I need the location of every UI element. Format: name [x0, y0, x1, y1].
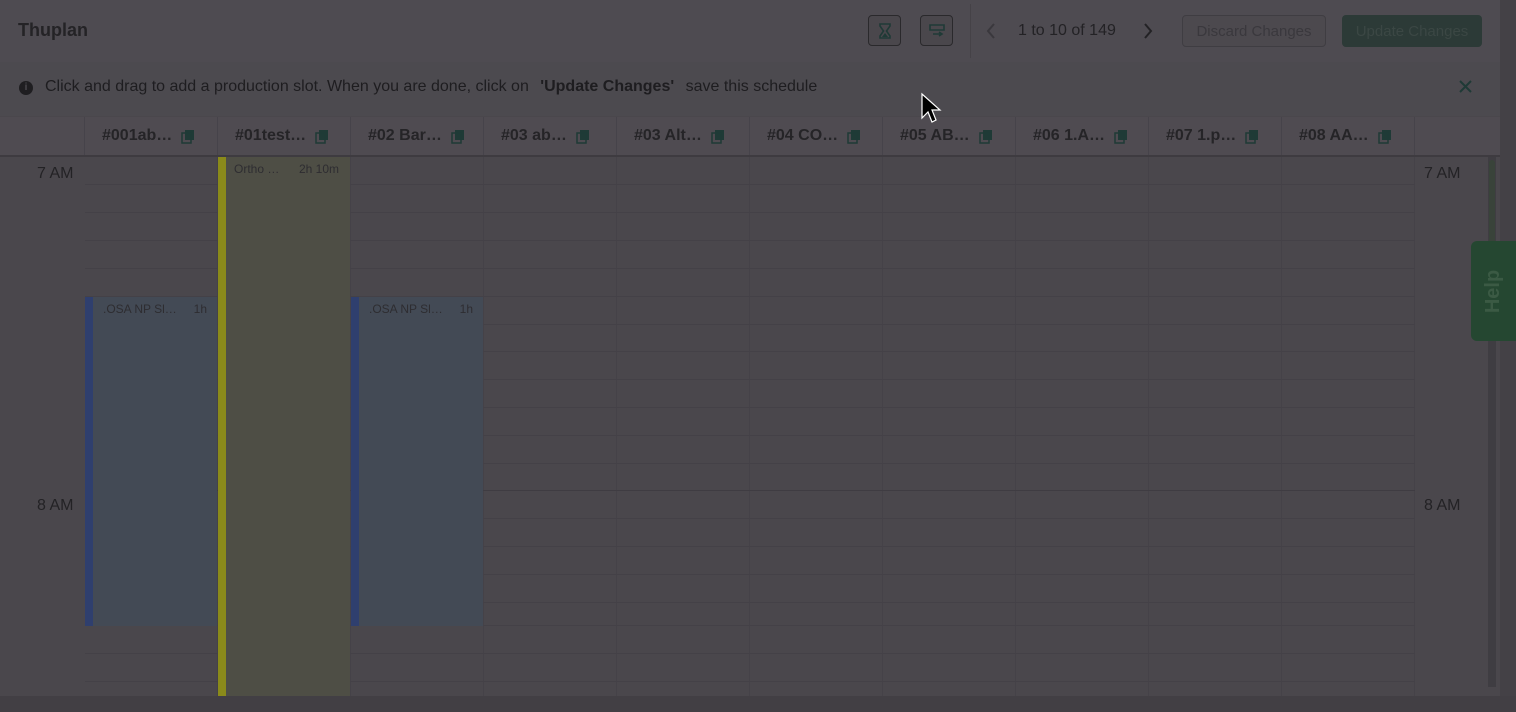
banner-text-bold: 'Update Changes' [540, 78, 675, 95]
column-label: #03 ab… [501, 127, 567, 144]
time-label-8am: 8 AM [1424, 497, 1461, 514]
time-label-7am: 7 AM [1424, 165, 1461, 182]
column-header[interactable]: #06 1.A… [1016, 117, 1149, 155]
column-label: #03 Alt… [634, 127, 702, 144]
time-gutter-right: 7 AM 8 AM [1415, 157, 1488, 696]
mouse-pointer-icon [921, 92, 942, 123]
column-label: #06 1.A… [1033, 127, 1106, 144]
schedule-column[interactable] [617, 157, 750, 696]
chevron-left-icon[interactable] [984, 20, 998, 42]
event-name: .OSA NP Sl… [369, 302, 443, 316]
event-duration: 2h 10m [298, 162, 339, 176]
column-header[interactable]: #001ab… [85, 117, 218, 155]
close-icon[interactable] [1457, 78, 1474, 95]
event-color-bar [85, 297, 93, 626]
column-header[interactable]: #04 CO… [750, 117, 883, 155]
event-duration: 1h [459, 302, 473, 316]
update-changes-button[interactable]: Update Changes [1342, 15, 1482, 47]
schedule-event[interactable]: Ortho … 2h 10m [218, 157, 350, 696]
help-label: Help [1482, 269, 1504, 313]
discard-changes-button[interactable]: Discard Changes [1182, 15, 1326, 47]
schedule-column[interactable] [1149, 157, 1282, 696]
schedule-column[interactable] [1016, 157, 1149, 696]
chevron-right-icon[interactable] [1141, 20, 1155, 42]
pager-status: 1 to 10 of 149 [1018, 22, 1116, 39]
swap-layout-icon [928, 23, 945, 37]
copy-icon[interactable] [451, 129, 465, 144]
schedule-column[interactable] [883, 157, 1016, 696]
schedule-column[interactable] [750, 157, 883, 696]
column-header[interactable]: #07 1.p… [1149, 117, 1282, 155]
column-label: #02 Bar… [368, 127, 442, 144]
app-window: Thuplan 1 to 10 of 149 Discard Changes U… [0, 0, 1500, 712]
schedule-event[interactable]: .OSA NP Sl… 1h [85, 297, 217, 626]
app-title: Thuplan [18, 20, 88, 40]
column-header[interactable]: #01test… [218, 117, 351, 155]
banner-message: Click and drag to add a production slot.… [45, 78, 817, 96]
schedule-event[interactable]: .OSA NP Sl… 1h [351, 297, 483, 626]
event-duration: 1h [193, 302, 207, 316]
event-name: .OSA NP Sl… [103, 302, 177, 316]
copy-icon[interactable] [181, 129, 195, 144]
schedule-column[interactable] [1282, 157, 1415, 696]
column-header[interactable]: #03 Alt… [617, 117, 750, 155]
copy-icon[interactable] [978, 129, 993, 144]
time-label-7am: 7 AM [37, 165, 74, 182]
event-color-bar [218, 157, 226, 696]
column-header[interactable]: #05 AB… [883, 117, 1016, 155]
event-name: Ortho … [234, 162, 280, 176]
copy-icon[interactable] [1377, 129, 1392, 144]
banner-text-after: save this schedule [685, 78, 818, 95]
column-label: #05 AB… [900, 127, 970, 144]
copy-icon[interactable] [1245, 129, 1259, 144]
copy-icon[interactable] [711, 129, 725, 144]
event-color-bar [351, 297, 359, 626]
copy-icon[interactable] [1114, 129, 1128, 144]
column-header[interactable]: #03 ab… [484, 117, 617, 155]
column-label: #08 AA… [1299, 127, 1369, 144]
column-label: #04 CO… [767, 127, 839, 144]
info-banner: i Click and drag to add a production slo… [0, 62, 1500, 116]
column-label: #07 1.p… [1166, 127, 1237, 144]
time-header-spacer [0, 117, 85, 155]
schedule-column[interactable] [484, 157, 617, 696]
column-header[interactable]: #02 Bar… [351, 117, 484, 155]
footer-strip [0, 696, 1516, 712]
copy-icon[interactable] [315, 129, 329, 144]
column-label: #001ab… [102, 127, 173, 144]
scrollbar-thumb[interactable] [1489, 160, 1495, 250]
column-label: #01test… [235, 127, 307, 144]
time-label-8am: 8 AM [37, 497, 74, 514]
banner-text-before: Click and drag to add a production slot.… [45, 78, 529, 95]
resource-header-row: #001ab… #01test… #02 Bar… #03 ab… #03 Al… [0, 117, 1500, 157]
schedule-grid[interactable]: 7 AM 8 AM 7 AM 8 AM .OSA NP Sl… 1h Ortho… [0, 157, 1500, 696]
column-header[interactable]: #08 AA… [1282, 117, 1415, 155]
copy-icon[interactable] [847, 129, 861, 144]
info-icon: i [19, 81, 33, 95]
time-gutter-left: 7 AM 8 AM [0, 157, 85, 696]
hourglass-icon [878, 22, 891, 39]
pager-divider [970, 4, 971, 58]
copy-icon[interactable] [576, 129, 590, 144]
help-tab[interactable]: Help [1471, 241, 1516, 341]
layout-toggle-button[interactable] [920, 15, 953, 46]
top-bar: Thuplan 1 to 10 of 149 Discard Changes U… [0, 0, 1500, 62]
hourglass-button[interactable] [868, 15, 901, 46]
